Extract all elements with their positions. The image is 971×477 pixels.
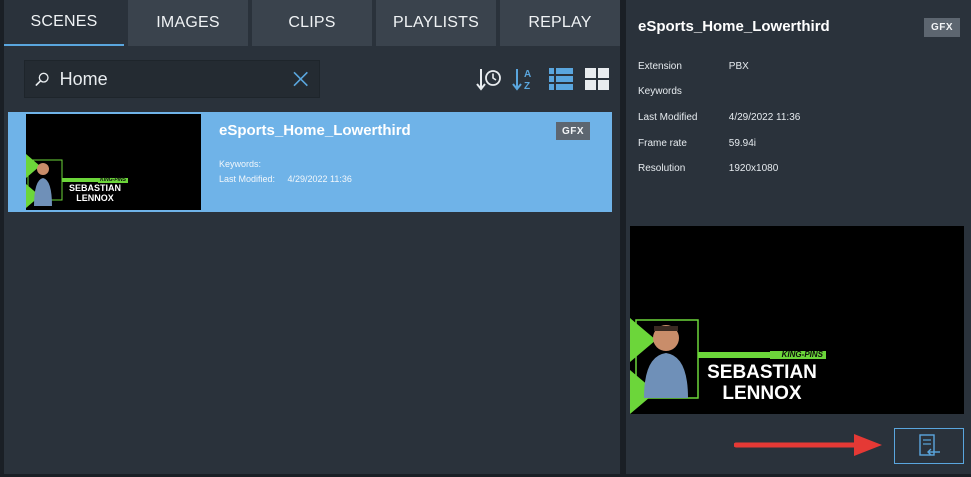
sort-by-time-icon[interactable] bbox=[476, 66, 502, 92]
info-value: PBX bbox=[728, 61, 749, 72]
details-panel: eSports_Home_Lowerthird GFX Extension PB… bbox=[626, 0, 971, 474]
search-icon bbox=[35, 72, 49, 86]
graphic-first-name: SEBASTIAN bbox=[68, 183, 121, 193]
tab-replay[interactable]: REPLAY bbox=[500, 0, 620, 46]
sort-alphabetical-icon[interactable]: A Z bbox=[512, 66, 538, 92]
details-title: eSports_Home_Lowerthird bbox=[638, 18, 830, 35]
keywords-label: Keywords: bbox=[219, 159, 262, 169]
scene-title: eSports_Home_Lowerthird bbox=[219, 122, 411, 139]
scene-keywords: Keywords: bbox=[219, 159, 285, 169]
info-value: 4/29/2022 11:36 bbox=[728, 112, 801, 123]
info-label: Resolution bbox=[638, 163, 686, 174]
scene-preview: KING-PINS SEBASTIAN LENNOX bbox=[630, 226, 964, 414]
info-row-frame-rate: Frame rate 59.94i bbox=[638, 138, 756, 149]
info-value: 1920x1080 bbox=[728, 163, 779, 174]
tab-clips[interactable]: CLIPS bbox=[252, 0, 372, 46]
search-box bbox=[24, 60, 320, 98]
grid-view-icon[interactable] bbox=[584, 66, 610, 92]
tab-images[interactable]: IMAGES bbox=[128, 0, 248, 46]
scene-thumbnail: KING-PINS SEBASTIAN LENNOX bbox=[26, 114, 201, 210]
info-label: Keywords bbox=[638, 86, 682, 97]
gfx-badge: GFX bbox=[556, 122, 590, 140]
preview-last-name: LENNOX bbox=[722, 383, 802, 404]
tab-playlists[interactable]: PLAYLISTS bbox=[376, 0, 496, 46]
info-row-resolution: Resolution 1920x1080 bbox=[638, 163, 778, 174]
tab-scenes[interactable]: SCENES bbox=[4, 0, 124, 46]
apply-scene-icon bbox=[919, 434, 940, 456]
preview-first-name: SEBASTIAN bbox=[707, 362, 817, 383]
annotation-arrow bbox=[734, 434, 882, 456]
info-row-extension: Extension PBX bbox=[638, 61, 749, 72]
clear-icon[interactable] bbox=[292, 66, 309, 92]
info-label: Frame rate bbox=[638, 138, 687, 149]
tab-bar: SCENES IMAGES CLIPS PLAYLISTS REPLAY bbox=[4, 0, 620, 46]
svg-text:Z: Z bbox=[524, 81, 530, 92]
view-toolbar: A Z bbox=[476, 66, 610, 92]
info-label: Extension bbox=[638, 61, 682, 72]
scene-modified: Last Modified: 4/29/2022 11:36 bbox=[219, 174, 352, 184]
graphic-last-name: LENNOX bbox=[76, 193, 114, 203]
list-view-icon[interactable] bbox=[548, 66, 574, 92]
preview-tag: KING-PINS bbox=[770, 351, 826, 359]
modified-label: Last Modified: bbox=[219, 174, 276, 184]
browser-panel: SCENES IMAGES CLIPS PLAYLISTS REPLAY A Z bbox=[4, 0, 620, 474]
search-input[interactable] bbox=[49, 61, 292, 97]
info-row-keywords: Keywords bbox=[638, 86, 726, 97]
svg-text:A: A bbox=[524, 69, 531, 80]
details-gfx-badge: GFX bbox=[924, 18, 960, 37]
info-value: 59.94i bbox=[728, 138, 757, 149]
info-label: Last Modified bbox=[638, 112, 698, 123]
apply-scene-button[interactable] bbox=[894, 428, 964, 464]
scene-list-item[interactable]: KING-PINS SEBASTIAN LENNOX eSports_Home_… bbox=[8, 112, 612, 212]
modified-value: 4/29/2022 11:36 bbox=[287, 174, 352, 184]
info-row-last-modified: Last Modified 4/29/2022 11:36 bbox=[638, 112, 800, 123]
